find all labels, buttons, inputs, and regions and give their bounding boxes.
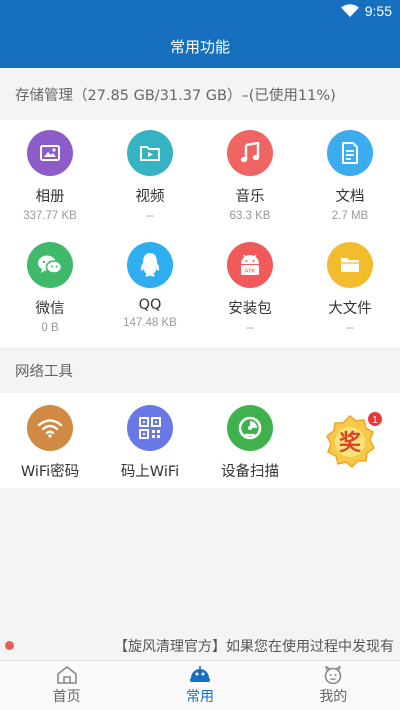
reward-prize-icon: 奖 1: [326, 412, 382, 469]
network-item-qr-wifi[interactable]: 码上WiFi: [100, 405, 200, 481]
qq-penguin-icon: [127, 242, 173, 288]
storage-item-large-files[interactable]: 大文件 --: [300, 242, 400, 334]
storage-item-size: --: [246, 322, 254, 334]
storage-item-label: 音乐: [235, 189, 265, 205]
storage-item-label: 视频: [135, 189, 165, 205]
notice-marquee[interactable]: 【旋风清理官方】如果您在使用过程中发现有: [0, 628, 400, 660]
clock: 9:55: [364, 3, 392, 19]
nav-home-label: 首页: [52, 688, 81, 705]
storage-item-size: 337.77 KB: [23, 210, 77, 222]
storage-panel: 相册 337.77 KB 视频 -- 音乐 63.3 KB 文档 2.7 MB …: [0, 120, 400, 347]
storage-item-qq[interactable]: QQ 147.48 KB: [100, 242, 200, 329]
storage-item-album[interactable]: 相册 337.77 KB: [0, 130, 100, 222]
storage-item-size: 147.48 KB: [123, 317, 177, 329]
storage-item-size: --: [346, 322, 354, 334]
storage-item-label: 大文件: [328, 301, 372, 317]
music-note-icon: [227, 130, 273, 176]
reward-button[interactable]: 奖 1: [322, 410, 382, 470]
storage-header: 存储管理（27.85 GB/31.37 GB）–(已使用11%): [0, 68, 400, 120]
status-bar: 9:55: [0, 0, 400, 24]
nav-profile-label: 我的: [319, 688, 348, 705]
reward-badge-count: 1: [372, 415, 378, 426]
storage-item-size: 63.3 KB: [229, 210, 271, 222]
notice-text: 【旋风清理官方】如果您在使用过程中发现有: [114, 639, 394, 655]
storage-item-apk[interactable]: APK 安装包 --: [200, 242, 300, 334]
storage-summary: 存储管理（27.85 GB/31.37 GB）–(已使用11%): [15, 87, 336, 104]
nav-common[interactable]: 常用: [133, 661, 266, 710]
bottom-nav: 首页 常用 我的: [0, 660, 400, 710]
network-item-wifi-password[interactable]: WiFi密码: [0, 405, 100, 481]
home-icon: [56, 665, 77, 684]
storage-item-size: 0 B: [41, 322, 59, 334]
robot-icon: [189, 665, 210, 682]
storage-item-label: 文档: [335, 189, 365, 205]
reward-char: 奖: [339, 430, 362, 456]
storage-item-label: 安装包: [228, 301, 272, 317]
document-icon: [327, 130, 373, 176]
storage-item-size: 2.7 MB: [331, 210, 369, 222]
wifi-icon: [27, 405, 73, 451]
svg-text:APK: APK: [245, 269, 256, 275]
wechat-icon: [27, 242, 73, 288]
profile-face-icon: [325, 665, 342, 684]
storage-item-label: 微信: [35, 301, 65, 317]
network-item-label: WiFi密码: [20, 464, 80, 480]
storage-item-document[interactable]: 文档 2.7 MB: [300, 130, 400, 222]
notice-dot-icon: [5, 641, 14, 650]
storage-item-music[interactable]: 音乐 63.3 KB: [200, 130, 300, 222]
nav-home[interactable]: 首页: [0, 661, 133, 710]
photo-album-icon: [27, 130, 73, 176]
wifi-signal-icon: [340, 4, 359, 17]
app-bar: 常用功能: [0, 24, 400, 68]
storage-item-wechat[interactable]: 微信 0 B: [0, 242, 100, 334]
storage-item-size: --: [146, 210, 154, 222]
video-folder-icon: [127, 130, 173, 176]
page-title: 常用功能: [169, 37, 230, 56]
qr-code-icon: [127, 405, 173, 451]
nav-common-label: 常用: [185, 688, 214, 705]
apk-android-icon: APK: [227, 242, 273, 288]
network-item-label: 设备扫描: [221, 464, 279, 480]
network-item-label: 码上WiFi: [120, 464, 180, 480]
nav-profile[interactable]: 我的: [267, 661, 400, 710]
network-item-device-scan[interactable]: 设备扫描: [200, 405, 300, 481]
folder-icon: [327, 242, 373, 288]
storage-item-label: 相册: [35, 189, 65, 205]
device-scan-icon: [227, 405, 273, 451]
storage-item-video[interactable]: 视频 --: [100, 130, 200, 222]
network-title: 网络工具: [15, 363, 73, 380]
network-header: 网络工具: [0, 347, 400, 393]
storage-item-label: QQ: [138, 297, 162, 313]
